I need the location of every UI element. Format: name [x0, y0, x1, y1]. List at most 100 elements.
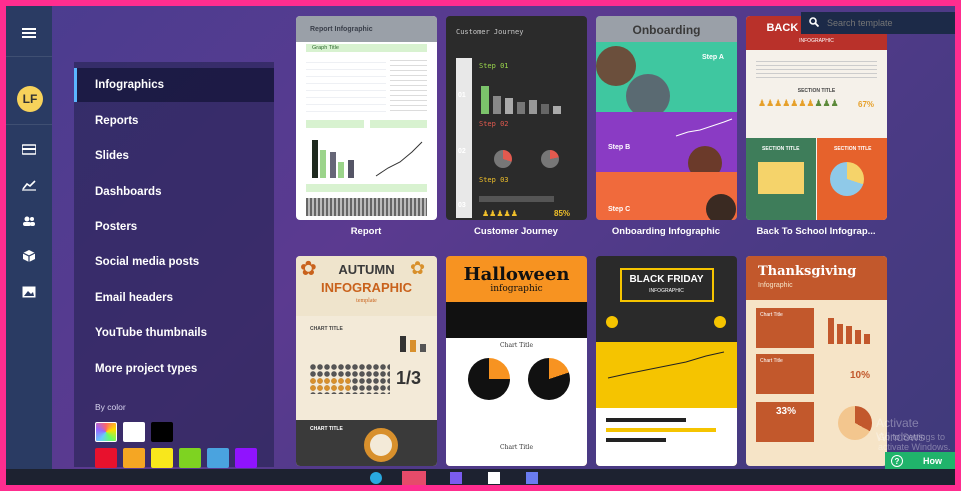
color-swatch-yellow[interactable] [151, 448, 173, 468]
menu-item-more-project-types[interactable]: More project types [74, 352, 274, 386]
thumb-bar [606, 438, 666, 442]
template-card-black-friday[interactable]: BLACK FRIDAY INFOGRAPHIC [596, 256, 737, 466]
thumb-step: Step A [702, 54, 724, 61]
menu-item-infographics[interactable]: Infographics [74, 68, 274, 102]
menu-item-posters[interactable]: Posters [74, 210, 274, 244]
template-card-onboarding[interactable]: Onboarding Step A Step B Step C [596, 16, 737, 220]
template-label-back-to-school[interactable]: Back To School Infograp... [736, 226, 896, 237]
thumb-section-title: SECTION TITLE [834, 146, 872, 152]
search-bar[interactable] [801, 12, 955, 34]
thumb-pie [528, 358, 570, 400]
template-card-thanksgiving[interactable]: Thanksgiving Infographic Chart Title Cha… [746, 256, 887, 466]
help-button[interactable]: ? How [885, 452, 955, 470]
thumb-bar [306, 184, 427, 192]
taskbar [6, 469, 955, 485]
menu-item-email-headers[interactable]: Email headers [74, 281, 274, 315]
menu-icon[interactable] [6, 20, 52, 46]
color-swatch-purple[interactable] [235, 448, 257, 468]
thumb-pie [494, 150, 512, 168]
thumb-step: Step 02 [479, 120, 509, 128]
thumb-people-icon: ♟♟♟♟♟♟♟♟♟♟ [758, 98, 839, 108]
thumb-num: 01 [458, 92, 466, 99]
avatar[interactable]: LF [17, 86, 43, 112]
color-swatch-all[interactable] [95, 422, 117, 442]
menu-item-reports[interactable]: Reports [74, 104, 274, 138]
thumb-charts [312, 140, 423, 178]
by-color-label: By color [95, 402, 126, 412]
menu-item-youtube-thumbnails[interactable]: YouTube thumbnails [74, 316, 274, 350]
thumb-photo [706, 194, 736, 220]
thumb-chart-title: CHART TITLE [310, 426, 343, 432]
app-window: LF Infographics Reports Slides Dashboard… [6, 6, 955, 485]
template-label-report[interactable]: Report [286, 226, 446, 237]
template-card-back-to-school[interactable]: BACK TO SCHOOL INFOGRAPHIC SECTION TITLE… [746, 16, 887, 220]
search-icon[interactable] [801, 16, 827, 30]
thumb-step: Step 01 [479, 62, 509, 70]
taskbar-app-icon[interactable] [488, 472, 500, 484]
category-menu: Infographics Reports Slides Dashboards P… [74, 62, 274, 468]
thumb-chart-title: Chart Title [499, 342, 534, 349]
thumb-chart-title: Chart Title [760, 358, 783, 364]
folder-icon[interactable] [6, 136, 52, 162]
thumb-title: INFOGRAPHIC [321, 280, 412, 295]
cube-icon[interactable] [6, 243, 52, 269]
taskbar-app-icon[interactable] [450, 472, 462, 484]
thumb-title: Halloween [463, 264, 570, 285]
rail-divider [6, 56, 52, 57]
thumb-bars [481, 86, 561, 114]
menu-item-dashboards[interactable]: Dashboards [74, 175, 274, 209]
template-card-customer-journey[interactable]: Customer Journey 01 02 03 Step 01 Step 0… [446, 16, 587, 220]
template-label-customer-journey[interactable]: Customer Journey [436, 226, 596, 237]
thumb-people-icon: ♟♟♟♟♟ [482, 209, 518, 218]
thumb-title: BLACK FRIDAY [629, 274, 704, 285]
thumb-pie [838, 406, 872, 440]
color-swatch-blue[interactable] [207, 448, 229, 468]
help-label: How [923, 456, 942, 466]
thumb-chart-title: Chart Title [499, 444, 534, 451]
thumb-step: Step C [608, 206, 631, 213]
thumb-bar [370, 120, 427, 128]
thumb-chart-title: Chart Title [760, 312, 783, 318]
template-card-report[interactable]: Report Infographic Graph Title [296, 16, 437, 220]
thumb-text [756, 58, 877, 78]
template-card-autumn[interactable]: ✿ ✿ AUTUMN INFOGRAPHIC template CHART TI… [296, 256, 437, 466]
thumb-badge [606, 316, 618, 328]
thumb-table [306, 56, 386, 114]
template-label-onboarding[interactable]: Onboarding Infographic [586, 226, 746, 237]
thumb-pie [468, 358, 510, 400]
search-input[interactable] [827, 18, 952, 28]
thumb-subtitle: infographic [490, 284, 543, 294]
thumb-white [596, 408, 737, 466]
chart-icon[interactable] [6, 172, 52, 198]
menu-item-slides[interactable]: Slides [74, 139, 274, 173]
thumb-num: 02 [458, 148, 466, 155]
thumb-section-title: SECTION TITLE [762, 146, 800, 152]
template-card-halloween[interactable]: Halloween infographic Chart Title Chart … [446, 256, 587, 466]
thumb-line [607, 351, 725, 379]
color-swatch-green[interactable] [179, 448, 201, 468]
thumb-pie [830, 162, 864, 196]
thumb-bar [306, 120, 364, 128]
thumb-pct: 67% [858, 100, 875, 109]
users-icon[interactable] [6, 208, 52, 234]
thumb-bars [828, 318, 870, 344]
thumb-step: Step 03 [479, 176, 509, 184]
thumb-photo [596, 46, 636, 86]
color-swatch-black[interactable] [151, 422, 173, 442]
color-swatch-red[interactable] [95, 448, 117, 468]
color-swatch-orange[interactable] [123, 448, 145, 468]
thumb-pie [541, 150, 559, 168]
taskbar-app-icon[interactable] [402, 471, 426, 485]
image-icon[interactable] [6, 279, 52, 305]
menu-item-social-media-posts[interactable]: Social media posts [74, 245, 274, 279]
thumb-bar [606, 428, 716, 432]
thumb-title: Customer Journey [456, 28, 524, 36]
icon-rail: LF [6, 6, 52, 485]
taskbar-app-icon[interactable] [526, 472, 538, 484]
taskbar-app-icon[interactable] [370, 472, 382, 484]
thumb-title: AUTUMN [338, 262, 395, 277]
thumb-title: Onboarding [596, 16, 737, 42]
thumb-subtitle: INFOGRAPHIC [649, 288, 684, 294]
thumb-title: Report Infographic [296, 16, 437, 42]
color-swatch-white[interactable] [123, 422, 145, 442]
